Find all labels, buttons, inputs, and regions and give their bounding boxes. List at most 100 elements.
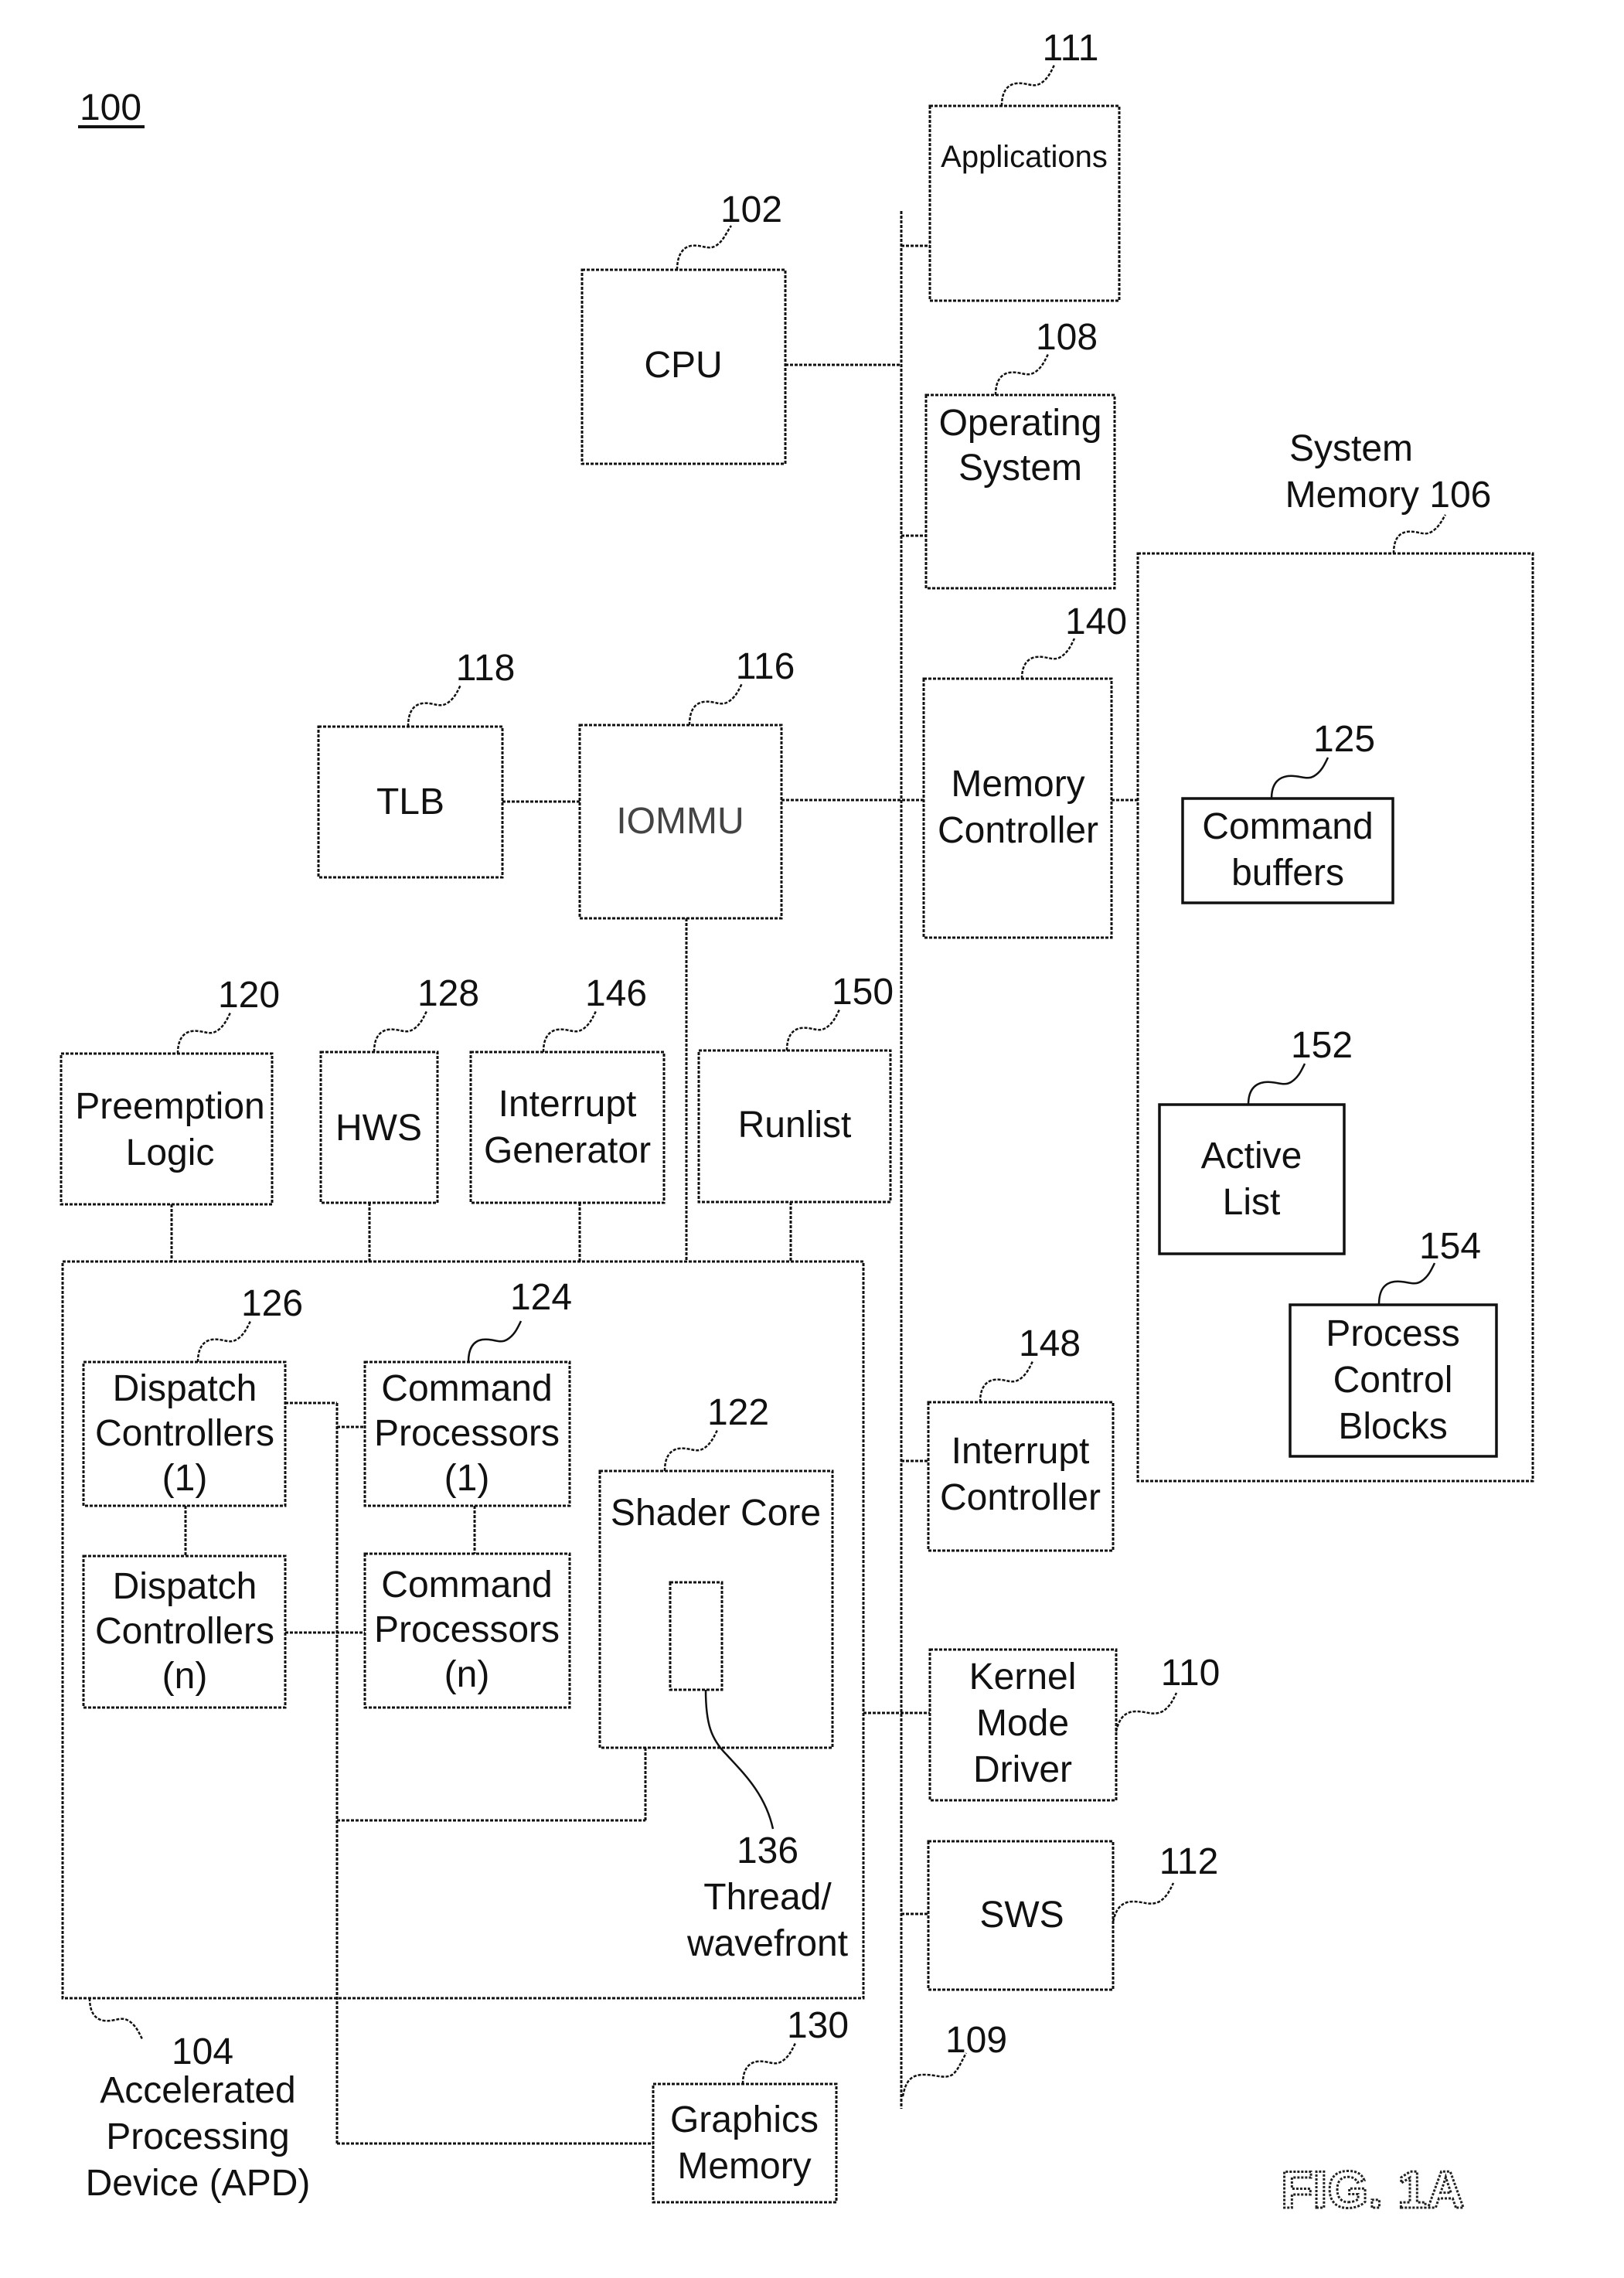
- thread-wavefront-label-line2: wavefront: [686, 1923, 848, 1964]
- preemption-logic-label-line2: Logic: [126, 1132, 215, 1173]
- runlist-leader: [785, 1009, 841, 1051]
- command-buffers-label-line1: Command: [1202, 806, 1373, 847]
- dispatch-controllers-n-label-line3: (n): [162, 1656, 208, 1697]
- interrupt-generator-leader: [542, 1010, 598, 1053]
- preemption-logic-label-line1: Preemption: [75, 1086, 264, 1127]
- tlb-label: TLB: [376, 781, 444, 822]
- tlb-block: TLB 118: [317, 648, 580, 879]
- interrupt-generator-label-line2: Generator: [484, 1130, 651, 1171]
- dispatch-controllers-n-block: Dispatch Controllers (n): [82, 1554, 287, 1709]
- runlist-label: Runlist: [738, 1105, 852, 1146]
- apd-leader: [88, 1997, 144, 2040]
- interrupt-generator-block: Interrupt Generator 146: [469, 973, 666, 1262]
- apd-label-line2: Processing: [106, 2116, 289, 2157]
- dispatch-controllers-1-label-line2: Controllers: [95, 1413, 274, 1454]
- applications-block: Applications 111: [901, 28, 1121, 302]
- shader-core-ref: 122: [707, 1392, 769, 1433]
- runlist-block: Runlist 150: [697, 972, 894, 1262]
- apd-label-line3: Device (APD): [86, 2163, 311, 2204]
- operating-system-label-line2: System: [958, 448, 1082, 489]
- cpu-ref: 102: [720, 189, 782, 230]
- hws-label: HWS: [335, 1108, 422, 1149]
- dispatch-controllers-1-label-line1: Dispatch: [113, 1368, 257, 1409]
- graphics-memory-label-line2: Memory: [677, 2146, 811, 2187]
- dispatch-controllers-n-label-line2: Controllers: [95, 1611, 274, 1652]
- command-buffers-ref: 125: [1313, 719, 1375, 760]
- sws-block: SWS 112: [901, 1840, 1219, 1991]
- dispatch-controllers-n-label-line1: Dispatch: [113, 1566, 257, 1607]
- graphics-memory-ref: 130: [787, 2005, 849, 2046]
- hws-block: HWS 128: [319, 973, 479, 1262]
- applications-box: [928, 104, 1121, 302]
- active-list-ref: 152: [1291, 1025, 1353, 1066]
- graphics-memory-leader: [741, 2042, 797, 2085]
- applications-leader: [1000, 64, 1056, 107]
- shader-core-label: Shader Core: [611, 1493, 821, 1534]
- iommu-ref: 116: [736, 646, 795, 687]
- interrupt-controller-label-line2: Controller: [940, 1477, 1101, 1518]
- memory-controller-ref: 140: [1065, 601, 1127, 642]
- memory-controller-label-line1: Memory: [951, 764, 1084, 805]
- fig-1a-block-diagram: 100 109 Applications 111 CPU 102 Operati…: [60, 28, 1534, 2221]
- apd-label-line1: Accelerated: [100, 2070, 295, 2111]
- command-processors-1-label-line3: (1): [444, 1458, 490, 1499]
- process-control-blocks-label-line2: Control: [1333, 1360, 1453, 1401]
- thread-wavefront-ref: 136: [737, 1830, 798, 1871]
- hws-leader: [373, 1010, 428, 1053]
- command-processors-1-label-line1: Command: [381, 1368, 552, 1409]
- preemption-logic-leader: [176, 1012, 232, 1054]
- active-list-label-line2: List: [1223, 1182, 1281, 1223]
- cpu-block: CPU 102: [580, 189, 901, 465]
- tlb-ref: 118: [456, 648, 516, 689]
- cpu-label: CPU: [644, 345, 722, 386]
- tlb-leader: [407, 684, 462, 727]
- kernel-mode-driver-label-line1: Kernel: [969, 1657, 1077, 1697]
- system-memory-label-line2: Memory 106: [1285, 475, 1492, 516]
- runlist-ref: 150: [832, 972, 894, 1013]
- memory-controller-block: Memory Controller 140: [922, 601, 1138, 939]
- memory-controller-box: [922, 677, 1113, 939]
- preemption-logic-box: [60, 1052, 274, 1206]
- graphics-memory-block: Graphics Memory 130: [652, 2005, 849, 2204]
- preemption-logic-ref: 120: [218, 975, 280, 1016]
- interrupt-controller-label-line1: Interrupt: [952, 1431, 1090, 1472]
- thread-wavefront-box: [669, 1581, 723, 1691]
- command-processors-1-ref: 124: [510, 1277, 572, 1318]
- bus-ref: 109: [945, 2020, 1007, 2061]
- memory-controller-label-line2: Controller: [938, 810, 1098, 851]
- kernel-mode-driver-ref: 110: [1161, 1653, 1221, 1694]
- applications-ref: 111: [1043, 28, 1099, 69]
- preemption-logic-block: Preemption Logic 120: [60, 975, 280, 1262]
- process-control-blocks-ref: 154: [1419, 1226, 1481, 1267]
- operating-system-leader: [994, 353, 1050, 396]
- cpu-leader: [676, 225, 733, 271]
- thread-wavefront-label-line1: Thread/: [703, 1877, 832, 1918]
- command-processors-n-label-line3: (n): [444, 1654, 490, 1695]
- interrupt-controller-block: Interrupt Controller 148: [901, 1323, 1115, 1552]
- figure-reference-number: 100: [80, 87, 141, 128]
- iommu-leader: [688, 683, 744, 726]
- interrupt-generator-label-line1: Interrupt: [499, 1084, 637, 1125]
- graphics-memory-label-line1: Graphics: [670, 2099, 819, 2140]
- kernel-mode-driver-label-line3: Driver: [973, 1749, 1072, 1790]
- command-processors-n-label-line2: Processors: [374, 1609, 560, 1650]
- figure-caption: FIG. 1A: [1281, 2161, 1465, 2219]
- system-memory-label-line1: System: [1289, 428, 1413, 469]
- operating-system-label-line1: Operating: [939, 403, 1102, 444]
- command-processors-1-label-line2: Processors: [374, 1413, 560, 1454]
- command-processors-n-label-line1: Command: [381, 1565, 552, 1605]
- dispatch-controllers-1-label-line3: (1): [162, 1458, 208, 1499]
- active-list-box: [1158, 1103, 1346, 1255]
- apd-ref: 104: [172, 2031, 233, 2072]
- sws-ref: 112: [1159, 1841, 1219, 1882]
- operating-system-block: Operating System 108: [901, 317, 1116, 590]
- interrupt-controller-ref: 148: [1019, 1323, 1081, 1364]
- interrupt-generator-box: [469, 1050, 666, 1204]
- command-processors-n-block: Command Processors (n): [363, 1552, 571, 1709]
- command-buffers-label-line2: buffers: [1231, 853, 1344, 894]
- memory-controller-leader: [1020, 638, 1076, 679]
- iommu-label: IOMMU: [616, 801, 744, 842]
- figure-reference: 100: [78, 87, 145, 128]
- applications-label: Applications: [941, 140, 1108, 174]
- sws-leader: [1112, 1882, 1175, 1922]
